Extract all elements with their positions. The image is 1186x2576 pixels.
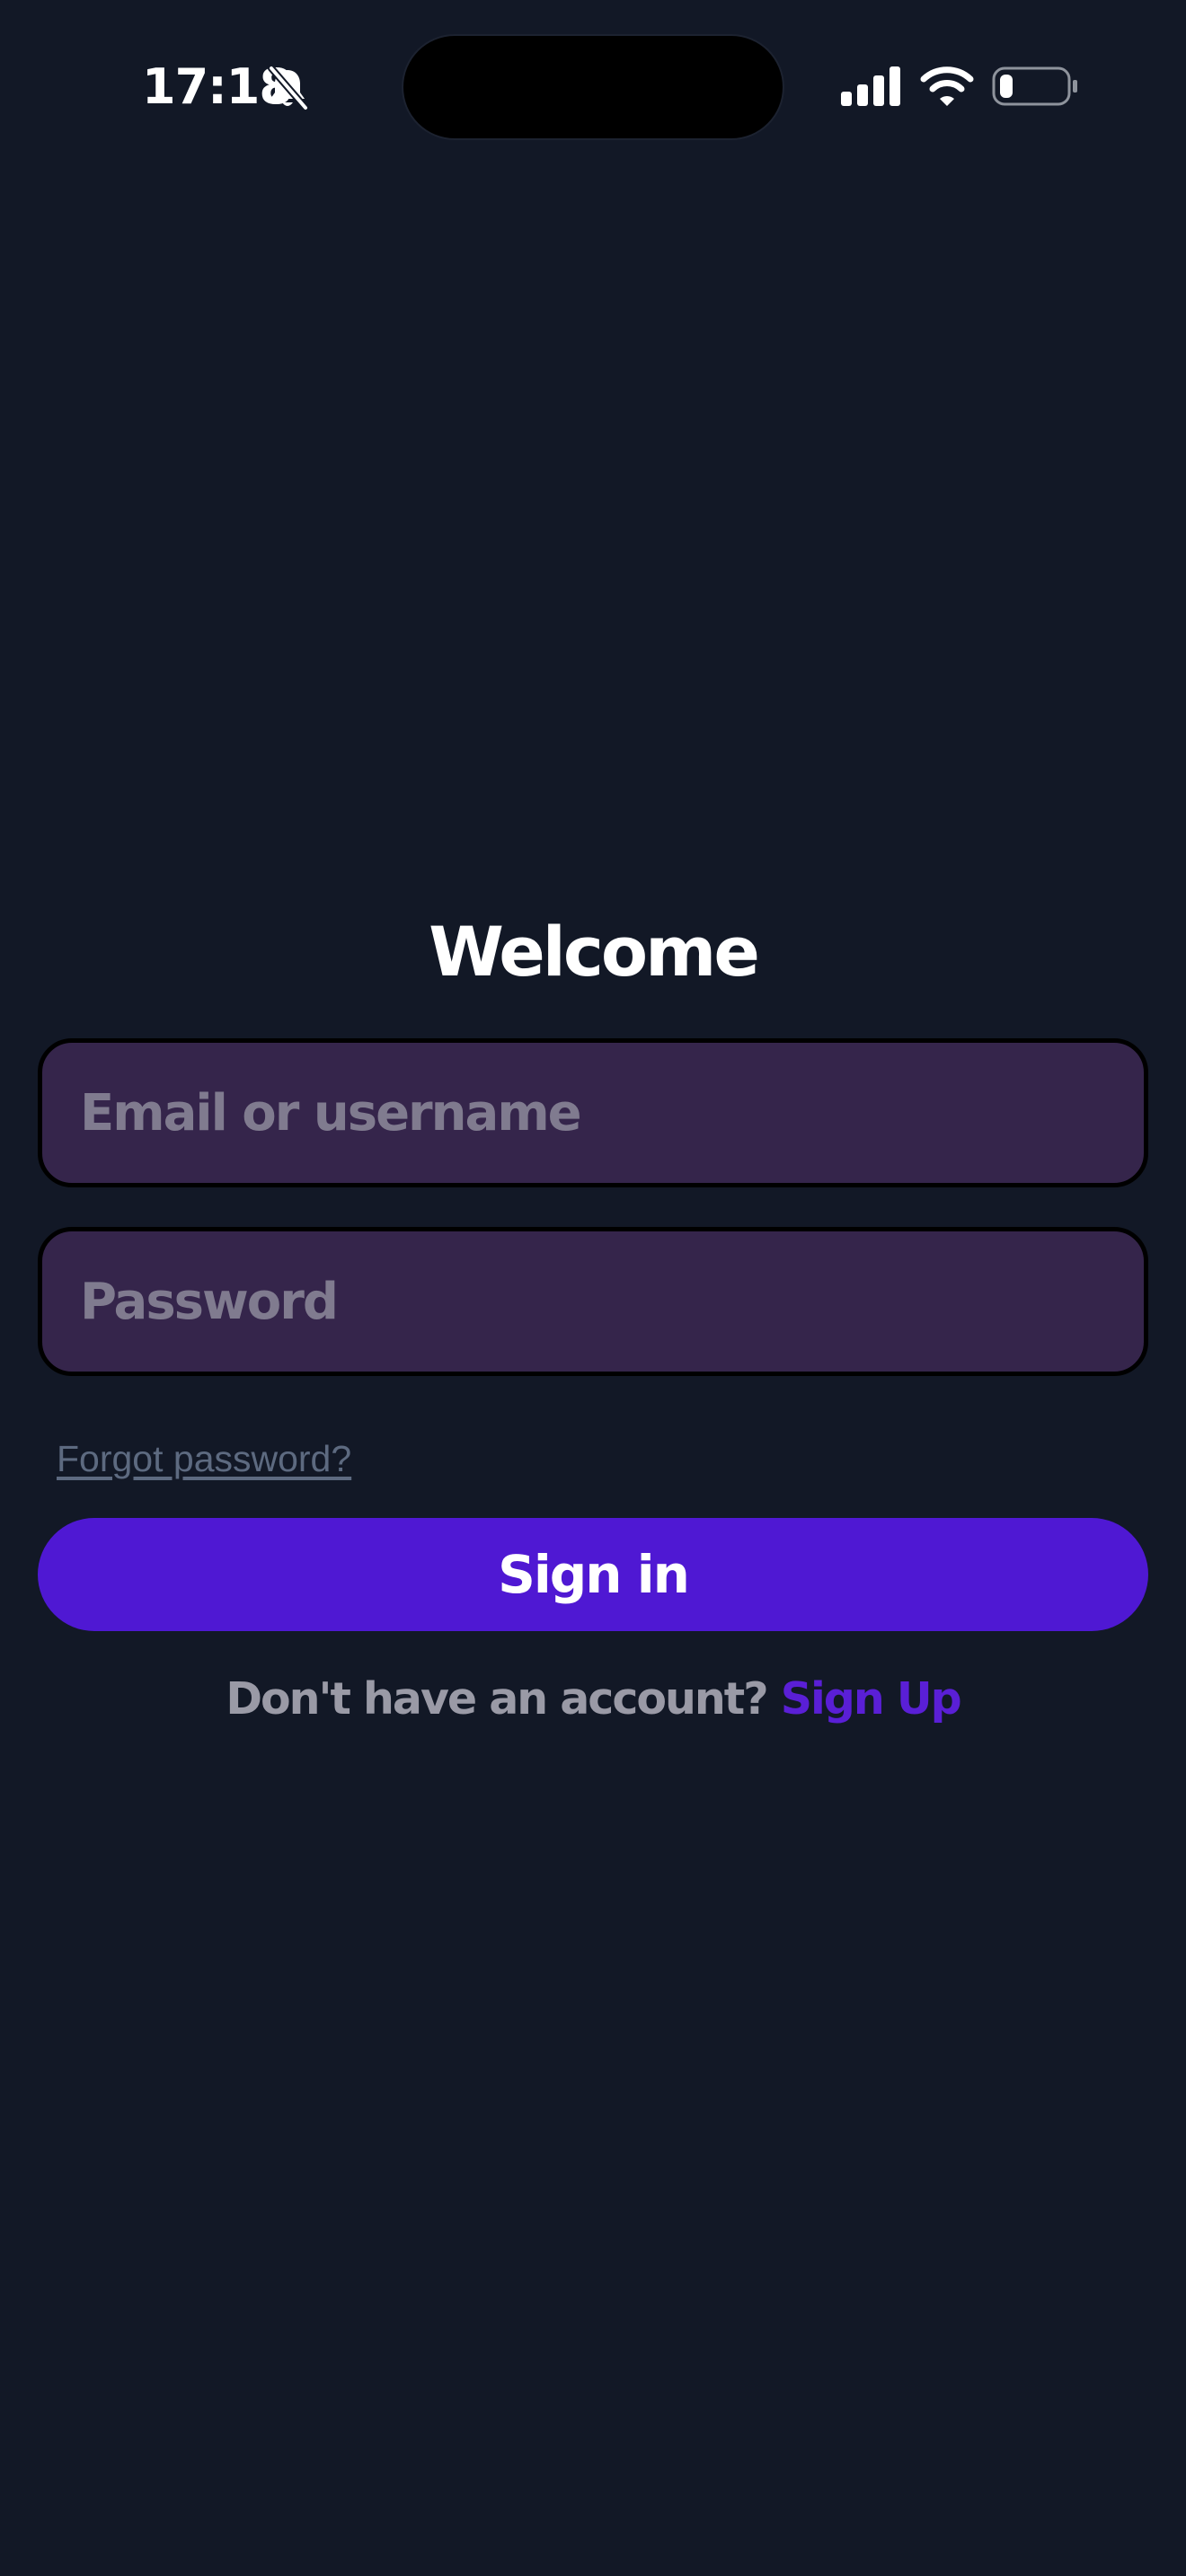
email-input[interactable] <box>42 1043 1144 1183</box>
welcome-title: Welcome <box>429 912 760 992</box>
password-input[interactable] <box>42 1231 1144 1372</box>
dynamic-island <box>403 36 783 138</box>
password-field[interactable] <box>38 1227 1148 1376</box>
signup-prompt: Don't have an account? <box>226 1673 768 1725</box>
signup-row: Don't have an account? Sign Up <box>0 1667 1186 1732</box>
cellular-signal-icon <box>841 66 900 106</box>
sign-up-link[interactable]: Sign Up <box>781 1673 962 1725</box>
email-field[interactable] <box>38 1038 1148 1187</box>
battery-icon <box>992 66 1077 106</box>
sign-in-button[interactable]: Sign in <box>38 1518 1148 1631</box>
bell-off-icon <box>268 65 309 111</box>
forgot-password-link[interactable]: Forgot password? <box>57 1434 351 1484</box>
wifi-icon <box>920 66 974 106</box>
